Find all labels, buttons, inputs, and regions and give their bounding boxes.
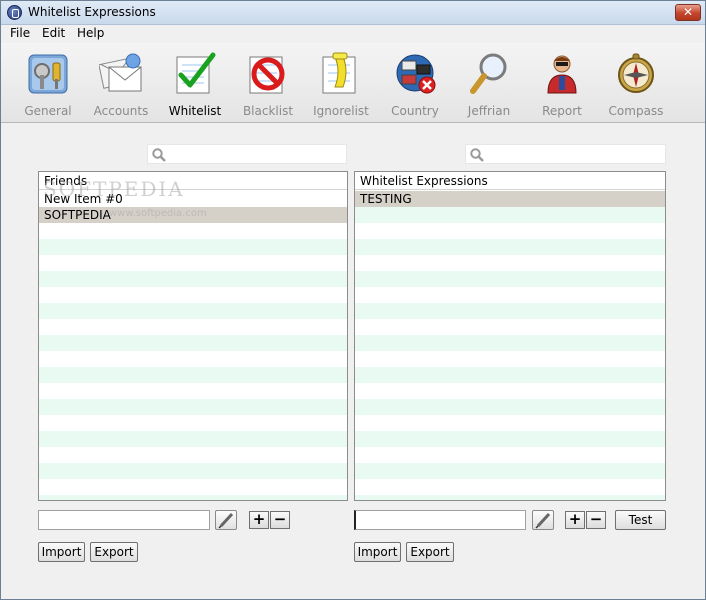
accounts-mail-icon [99, 53, 142, 92]
toolbar-label: Whitelist [168, 104, 222, 118]
toolbar-label: Report [542, 104, 582, 118]
toolbar-label: Compass [608, 104, 664, 118]
expressions-list-rows: TESTING [355, 191, 665, 500]
list-item[interactable]: New Item #0 [39, 191, 347, 207]
list-item[interactable]: TESTING [355, 191, 665, 207]
magnifier-icon [470, 53, 507, 94]
report-person-icon [547, 55, 577, 94]
menu-bar: File Edit Help [1, 25, 705, 43]
whitelist-checkmark-icon [176, 52, 216, 94]
toolbar-label: Ignorelist [313, 104, 369, 118]
toolbar-label: General [24, 104, 72, 118]
menu-file[interactable]: File [10, 26, 30, 40]
pencil-icon [535, 512, 551, 529]
friend-remove-button[interactable]: − [270, 511, 290, 529]
test-button[interactable]: Test [615, 510, 666, 530]
ignorelist-icon [322, 52, 356, 94]
toolbar-whitelist[interactable]: Whitelist [159, 49, 231, 119]
expressions-export-button[interactable]: Export [406, 542, 454, 562]
pencil-icon [218, 512, 234, 529]
menu-help[interactable]: Help [77, 26, 104, 40]
toolbar-general[interactable]: General [12, 49, 84, 119]
search-icon [470, 148, 484, 162]
general-settings-icon [28, 54, 68, 94]
toolbar-ignorelist[interactable]: Ignorelist [305, 49, 377, 119]
toolbar-report[interactable]: Report [526, 49, 598, 119]
whitelist-expressions-list[interactable]: Whitelist Expressions TESTING [354, 171, 666, 501]
close-button[interactable]: ✕ [675, 4, 701, 21]
compass-icon [618, 53, 654, 93]
expressions-list-header[interactable]: Whitelist Expressions [355, 172, 665, 190]
toolbar-jeffrian[interactable]: Jeffrian [453, 49, 525, 119]
expression-add-button[interactable]: + [565, 511, 585, 529]
app-logo-icon [7, 5, 22, 20]
toolbar-blacklist[interactable]: Blacklist [232, 49, 304, 119]
app-window: Whitelist Expressions ✕ File Edit Help G… [0, 0, 706, 600]
friends-list-rows: New Item #0 SOFTPEDIA [39, 191, 347, 500]
friends-export-button[interactable]: Export [90, 542, 138, 562]
list-item[interactable]: SOFTPEDIA [39, 207, 347, 223]
toolbar: General Accounts Whitelist Blacklist Ign… [1, 43, 705, 123]
friend-add-button[interactable]: + [249, 511, 269, 529]
friends-list[interactable]: Friends New Item #0 SOFTPEDIA [38, 171, 348, 501]
friend-entry-input[interactable] [38, 510, 210, 530]
expression-edit-button[interactable] [532, 510, 554, 530]
toolbar-label: Blacklist [242, 104, 294, 118]
friends-search-input[interactable] [147, 144, 347, 164]
blacklist-prohibited-icon [249, 56, 285, 94]
menu-edit[interactable]: Edit [42, 26, 65, 40]
friends-list-header[interactable]: Friends [39, 172, 347, 190]
window-title: Whitelist Expressions [28, 5, 156, 19]
toolbar-country[interactable]: Country [379, 49, 451, 119]
expressions-search-input[interactable] [465, 144, 666, 164]
expression-entry-input[interactable] [354, 510, 526, 530]
friend-edit-button[interactable] [215, 510, 237, 530]
toolbar-accounts[interactable]: Accounts [85, 49, 157, 119]
toolbar-label: Jeffrian [467, 104, 511, 118]
title-bar[interactable]: Whitelist Expressions ✕ [1, 1, 705, 25]
expressions-import-button[interactable]: Import [354, 542, 401, 562]
expression-remove-button[interactable]: − [586, 511, 606, 529]
toolbar-compass[interactable]: Compass [600, 49, 672, 119]
toolbar-label: Accounts [93, 104, 149, 118]
country-flags-icon [396, 54, 436, 94]
friends-import-button[interactable]: Import [38, 542, 85, 562]
search-icon [152, 148, 166, 162]
toolbar-label: Country [391, 104, 439, 118]
